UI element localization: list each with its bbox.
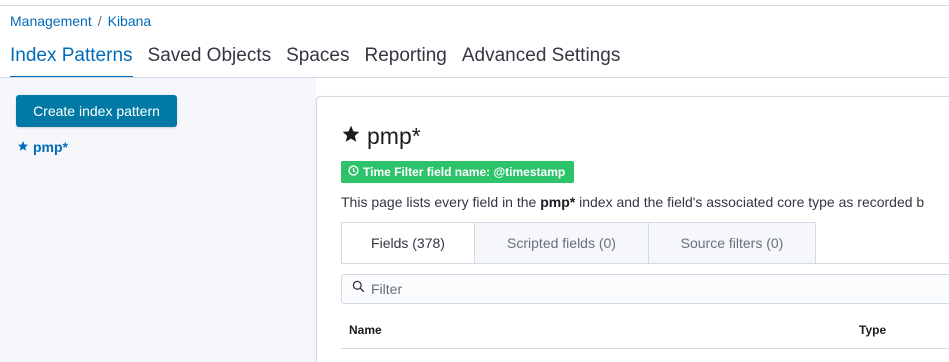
- create-index-pattern-button[interactable]: Create index pattern: [16, 95, 177, 127]
- page-title: pmp*: [341, 123, 421, 150]
- desc-pattern: pmp*: [540, 194, 576, 210]
- search-icon: [352, 280, 365, 298]
- sidebar-item-pmp[interactable]: pmp*: [17, 139, 68, 155]
- tab-index-patterns[interactable]: Index Patterns: [10, 44, 133, 78]
- star-icon[interactable]: [341, 124, 361, 149]
- column-header-name[interactable]: Name: [349, 323, 382, 337]
- column-header-type[interactable]: Type: [859, 323, 886, 337]
- tab-scripted-fields[interactable]: Scripted fields (0): [475, 222, 649, 264]
- filter-input[interactable]: [371, 281, 931, 297]
- breadcrumb-separator: /: [97, 13, 102, 29]
- filter-field[interactable]: [341, 274, 949, 304]
- table-header-divider: [341, 348, 949, 349]
- pattern-name: pmp*: [367, 123, 421, 149]
- pattern-description: This page lists every field in the pmp* …: [341, 194, 924, 210]
- time-filter-badge: Time Filter field name: @timestamp: [341, 161, 575, 183]
- star-icon: [17, 139, 29, 155]
- desc-prefix: This page lists every field in the: [341, 194, 541, 210]
- breadcrumb-management[interactable]: Management: [10, 13, 92, 29]
- top-bar: [0, 0, 949, 6]
- index-pattern-panel: pmp* Time Filter field name: @timestamp …: [316, 96, 949, 362]
- field-tabs: Fields (378) Scripted fields (0) Source …: [341, 222, 816, 264]
- tab-reporting[interactable]: Reporting: [364, 44, 446, 78]
- badge-label: Time Filter field name: @timestamp: [363, 165, 566, 179]
- desc-suffix: index and the field's associated core ty…: [575, 194, 925, 210]
- tab-spaces[interactable]: Spaces: [286, 44, 349, 78]
- tab-fields[interactable]: Fields (378): [341, 222, 475, 264]
- tab-source-filters[interactable]: Source filters (0): [649, 222, 816, 264]
- tabs-underline: [341, 263, 949, 264]
- tab-advanced-settings[interactable]: Advanced Settings: [462, 44, 620, 78]
- tab-saved-objects[interactable]: Saved Objects: [148, 44, 272, 78]
- index-pattern-sidebar: Create index pattern pmp*: [0, 78, 316, 362]
- breadcrumb-kibana[interactable]: Kibana: [108, 13, 152, 29]
- management-tabs: Index Patterns Saved Objects Spaces Repo…: [10, 44, 620, 78]
- breadcrumb: Management / Kibana: [10, 13, 151, 29]
- clock-icon: [348, 165, 359, 179]
- sidebar-item-label: pmp*: [33, 139, 68, 155]
